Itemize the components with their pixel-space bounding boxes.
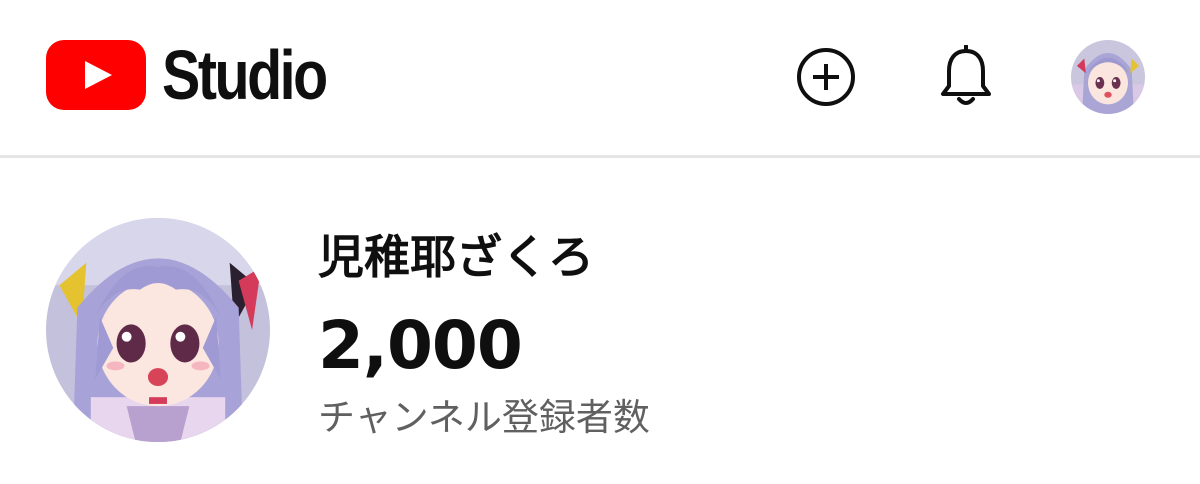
channel-avatar [46,218,270,442]
youtube-studio-logo[interactable]: Studio [46,40,362,110]
subscriber-label: チャンネル登録者数 [318,396,650,439]
account-avatar[interactable] [1071,40,1145,114]
avatar-illustration [46,218,270,442]
channel-name: 児稚耶ざくろ [318,230,594,284]
notifications-button[interactable] [934,45,998,109]
top-app-bar: Studio [0,0,1200,158]
add-circle-icon [797,48,855,106]
avatar-illustration [1071,40,1145,114]
youtube-play-icon [46,40,146,110]
subscriber-count: 2,000 [318,307,523,384]
logo-text: Studio [162,36,328,114]
bell-icon [941,45,991,105]
create-button[interactable] [794,45,858,109]
